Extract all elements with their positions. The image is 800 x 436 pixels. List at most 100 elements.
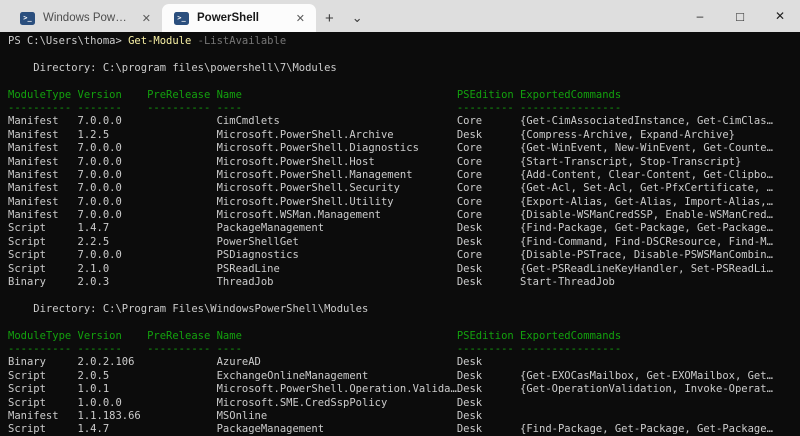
module-table-row: Manifest 7.0.0.0 Microsoft.PowerShell.Ma… xyxy=(8,169,800,182)
cell-psedition: Core xyxy=(456,249,483,262)
new-tab-button[interactable]: + xyxy=(316,4,343,32)
cell-module-type: Manifest xyxy=(8,195,59,208)
cell-name: Microsoft.PowerShell.Archive xyxy=(216,128,394,141)
module-table-row: Manifest 7.0.0.0 Microsoft.PowerShell.Ho… xyxy=(8,156,800,169)
module-table-1: Manifest 7.0.0.0 CimCmdlets Core {Get-Ci… xyxy=(8,115,800,289)
dash-underline: ---------------- xyxy=(520,342,622,355)
cell-psedition: Core xyxy=(456,195,483,208)
terminal-window: >_ Windows PowerShell ✕ >_ PowerShell ✕ … xyxy=(0,0,800,436)
cell-version: 2.0.3 xyxy=(77,276,110,289)
module-table-row: Script 1.0.1 Microsoft.PowerShell.Operat… xyxy=(8,383,800,396)
cell-version: 2.2.5 xyxy=(77,235,110,248)
cell-psedition: Core xyxy=(456,182,483,195)
cell-version: 2.1.0 xyxy=(77,262,110,275)
module-table-row: Binary 2.0.3 ThreadJob Desk Start-Thread… xyxy=(8,276,800,289)
dash-underline: ---------------- xyxy=(520,101,622,114)
module-table-row: Manifest 7.0.0.0 Microsoft.PowerShell.Di… xyxy=(8,142,800,155)
cell-exported-commands: {Get-EXOCasMailbox, Get-EXOMailbox, Get… xyxy=(520,369,773,382)
minimize-button[interactable]: – xyxy=(680,0,720,32)
cell-version: 7.0.0.0 xyxy=(77,142,122,155)
cell-module-type: Script xyxy=(8,222,46,235)
cell-name: Microsoft.PowerShell.Utility xyxy=(216,195,394,208)
cell-version: 1.4.7 xyxy=(77,423,110,436)
cell-name: ExchangeOnlineManagement xyxy=(216,369,369,382)
cell-module-type: Script xyxy=(8,369,46,382)
cell-version: 7.0.0.0 xyxy=(77,249,122,262)
cell-name: PackageManagement xyxy=(216,423,325,436)
cell-exported-commands: {Get-PSReadLineKeyHandler, Set-PSReadLi… xyxy=(520,262,773,275)
tab-bar: >_ Windows PowerShell ✕ >_ PowerShell ✕ … xyxy=(0,0,800,32)
close-tab-icon[interactable]: ✕ xyxy=(291,11,310,26)
cell-version: 1.0.0.0 xyxy=(77,396,122,409)
module-table-row: Manifest 7.0.0.0 CimCmdlets Core {Get-Ci… xyxy=(8,115,800,128)
cell-version: 7.0.0.0 xyxy=(77,115,122,128)
cell-name: PSReadLine xyxy=(216,262,280,275)
powershell-icon: >_ xyxy=(174,11,189,25)
module-table-row: Manifest 7.0.0.0 Microsoft.WSMan.Managem… xyxy=(8,209,800,222)
module-table-row: Script 1.4.7 PackageManagement Desk {Fin… xyxy=(8,423,800,436)
tab-label: PowerShell xyxy=(197,12,259,24)
col-header-name: Name xyxy=(216,329,242,342)
cell-psedition: Desk xyxy=(456,423,483,436)
close-tab-icon[interactable]: ✕ xyxy=(137,11,156,26)
col-header-prerelease: PreRelease xyxy=(147,88,211,101)
tab-powershell[interactable]: >_ PowerShell ✕ xyxy=(162,4,316,32)
cell-module-type: Manifest xyxy=(8,142,59,155)
prompt-line: PS C:\Users\thoma> Get-Module -ListAvaila… xyxy=(8,35,800,48)
module-table-row: Script 7.0.0.0 PSDiagnostics Core {Disab… xyxy=(8,249,800,262)
table-1-header-row: ModuleType Version PreRelease Name PSEdi… xyxy=(8,89,800,102)
cell-module-type: Script xyxy=(8,235,46,248)
module-table-row: Script 2.0.5 ExchangeOnlineManagement De… xyxy=(8,370,800,383)
dash-underline: ---------- xyxy=(147,342,211,355)
cell-version: 2.0.2.106 xyxy=(77,356,135,369)
cell-module-type: Script xyxy=(8,383,46,396)
cell-name: MSOnline xyxy=(216,409,268,422)
maximize-button[interactable]: □ xyxy=(720,0,760,32)
cell-psedition: Core xyxy=(456,168,483,181)
cell-module-type: Manifest xyxy=(8,128,59,141)
module-table-2: Binary 2.0.2.106 AzureAD Desk Script 2.0… xyxy=(8,356,800,436)
cell-exported-commands: {Get-WinEvent, New-WinEvent, Get-Counte… xyxy=(520,142,773,155)
prompt-text: PS C:\Users\thoma> xyxy=(8,35,129,47)
module-table-row: Script 2.1.0 PSReadLine Desk {Get-PSRead… xyxy=(8,263,800,276)
dash-underline: ------- xyxy=(77,101,122,114)
cell-version: 2.0.5 xyxy=(77,369,110,382)
cell-exported-commands: Start-ThreadJob xyxy=(520,276,615,289)
cell-exported-commands: {Disable-WSManCredSSP, Enable-WSManCred… xyxy=(520,209,773,222)
terminal-output[interactable]: PS C:\Users\thoma> Get-Module -ListAvaila… xyxy=(0,32,800,436)
tab-dropdown-button[interactable]: ⌄ xyxy=(343,4,372,32)
col-header-moduletype: ModuleType xyxy=(8,329,72,342)
directory-2-line: Directory: C:\Program Files\WindowsPower… xyxy=(8,303,800,316)
cell-version: 1.1.183.66 xyxy=(77,409,141,422)
cell-exported-commands: {Get-OperationValidation, Invoke-Operat… xyxy=(520,383,773,396)
cell-name: CimCmdlets xyxy=(216,115,280,128)
cell-name: Microsoft.PowerShell.Host xyxy=(216,155,375,168)
cell-module-type: Manifest xyxy=(8,209,59,222)
cell-module-type: Binary xyxy=(8,276,46,289)
close-window-button[interactable]: ✕ xyxy=(760,0,800,32)
tab-windows-powershell[interactable]: >_ Windows PowerShell ✕ xyxy=(8,4,162,32)
tab-label: Windows PowerShell xyxy=(43,12,129,24)
cell-psedition: Core xyxy=(456,155,483,168)
cell-exported-commands: {Get-Acl, Set-Acl, Get-PfxCertificate, … xyxy=(520,182,773,195)
cell-name: ThreadJob xyxy=(216,276,274,289)
module-table-row: Manifest 7.0.0.0 Microsoft.PowerShell.Ut… xyxy=(8,196,800,209)
cell-module-type: Manifest xyxy=(8,168,59,181)
cell-name: Microsoft.PowerShell.Management xyxy=(216,168,413,181)
cell-name: PackageManagement xyxy=(216,222,325,235)
col-header-version: Version xyxy=(77,329,122,342)
dash-underline: --------- xyxy=(456,101,514,114)
cell-name: PowerShellGet xyxy=(216,235,299,248)
dash-underline: ------- xyxy=(77,342,122,355)
cell-version: 1.2.5 xyxy=(77,128,110,141)
cell-module-type: Binary xyxy=(8,356,46,369)
cell-psedition: Desk xyxy=(456,235,483,248)
directory-1-line: Directory: C:\program files\powershell\7… xyxy=(8,62,800,75)
cell-psedition: Desk xyxy=(456,356,483,369)
cell-psedition: Core xyxy=(456,142,483,155)
module-table-row: Script 1.4.7 PackageManagement Desk {Fin… xyxy=(8,222,800,235)
module-table-row: Script 2.2.5 PowerShellGet Desk {Find-Co… xyxy=(8,236,800,249)
